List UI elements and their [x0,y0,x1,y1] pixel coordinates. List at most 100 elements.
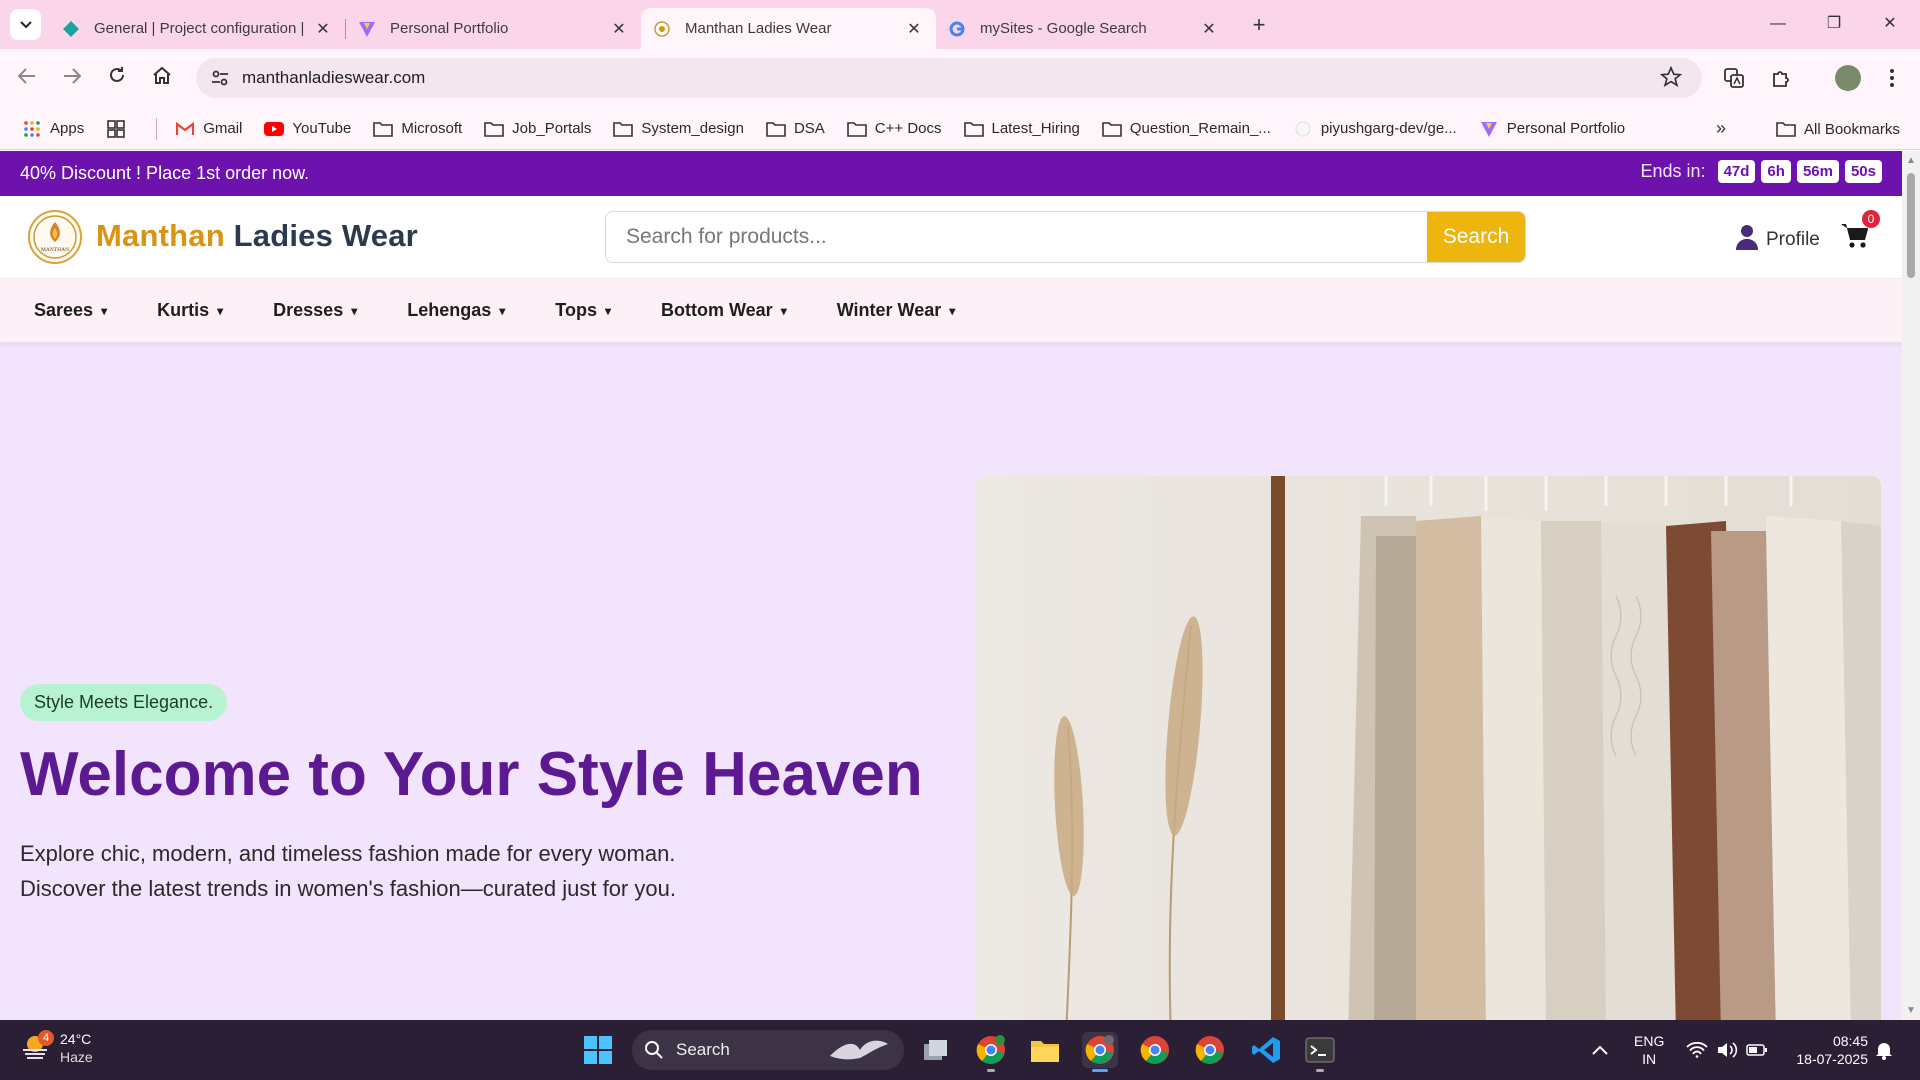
weather-widget[interactable]: 4 24°C Haze [20,1029,93,1066]
category-winter-wear[interactable]: Winter Wear ▾ [837,300,956,321]
folder-icon [846,120,867,138]
tab-google-search[interactable]: mySites - Google Search ✕ [936,8,1231,49]
cart-button[interactable]: 0 [1840,210,1880,255]
tab-search-button[interactable] [10,9,41,40]
close-window-button[interactable]: ✕ [1862,8,1918,40]
category-sarees[interactable]: Sarees ▾ [34,300,107,321]
bookmark-dsa[interactable]: DSA [766,120,825,138]
profile-link[interactable]: Profile [1736,224,1820,256]
close-icon[interactable]: ✕ [609,19,629,39]
restore-button[interactable]: ❐ [1806,8,1862,40]
category-kurtis[interactable]: Kurtis ▾ [157,300,223,321]
category-tops[interactable]: Tops ▾ [555,300,611,321]
site-header: MANTHAN Manthan Ladies Wear Search Profi… [0,196,1902,279]
more-bookmarks-chevron-icon[interactable]: » [1716,118,1726,139]
taskbar-file-explorer[interactable] [1027,1032,1063,1068]
bookmark-gmail[interactable]: Gmail [175,120,242,138]
scrollbar-thumb[interactable] [1907,173,1915,278]
bookmark-question-remain[interactable]: Question_Remain_... [1102,120,1271,138]
bookmark-label: System_design [641,120,744,137]
hero-tagline-badge: Style Meets Elegance. [20,684,228,721]
chevron-down-icon: ▾ [780,303,787,318]
weather-text: 24°C Haze [60,1030,93,1066]
bookmark-cpp-docs[interactable]: C++ Docs [846,120,942,138]
chevron-down-icon: ▾ [217,303,224,318]
bookmark-system-design[interactable]: System_design [613,120,744,138]
volume-icon[interactable] [1716,1020,1738,1080]
wifi-icon[interactable] [1686,1020,1708,1080]
battery-icon[interactable] [1746,1020,1768,1080]
tab-general[interactable]: General | Project configuration | ✕ [50,8,345,49]
close-icon[interactable]: ✕ [904,19,924,39]
language-indicator[interactable]: ENG IN [1634,1020,1664,1080]
folder-icon [766,120,786,138]
scroll-up-icon[interactable]: ▲ [1906,155,1916,166]
bookmark-star-icon[interactable] [1659,65,1683,93]
chrome-icon [1140,1036,1169,1064]
notification-bell-icon[interactable] [1874,1020,1894,1080]
close-icon[interactable]: ✕ [1199,19,1219,39]
tab-personal-portfolio[interactable]: Personal Portfolio ✕ [346,8,641,49]
page-scrollbar[interactable]: ▲ ▼ [1902,151,1920,1020]
chrome-icon [1085,1035,1114,1064]
url-text: manthanladieswear.com [242,68,426,87]
taskbar-terminal[interactable] [1302,1032,1338,1072]
search-input[interactable] [606,212,1427,262]
brand-name[interactable]: Manthan Ladies Wear [96,218,418,254]
site-info-icon[interactable] [202,60,238,96]
taskbar-chrome-3[interactable] [1192,1032,1228,1068]
task-view-button[interactable] [918,1032,954,1068]
bookmark-latest-hiring[interactable]: Latest_Hiring [963,120,1080,138]
bookmark-tab-groups[interactable] [106,119,134,138]
translate-icon[interactable] [1720,64,1748,92]
forward-button[interactable] [57,63,87,93]
taskbar-chrome-2[interactable] [1137,1032,1173,1068]
diamond-favicon-icon [62,20,80,38]
category-lehengas[interactable]: Lehengas ▾ [407,300,505,321]
close-icon[interactable]: ✕ [313,19,333,39]
svg-text:MANTHAN: MANTHAN [41,247,69,253]
product-search: Search [605,211,1526,263]
browser-toolbar: manthanladieswear.com [0,49,1920,108]
taskbar-vscode[interactable] [1248,1032,1284,1068]
extensions-puzzle-icon[interactable] [1768,64,1796,92]
bookmark-apps[interactable]: Apps [22,120,84,138]
home-button[interactable] [147,63,177,93]
start-button[interactable] [584,1036,612,1069]
hero-subtext-line: Explore chic, modern, and timeless fashi… [20,841,676,866]
brand-logo[interactable]: MANTHAN [28,210,82,264]
browser-menu-icon[interactable] [1878,64,1906,92]
bookmark-github[interactable]: piyushgarg-dev/ge... [1293,120,1457,138]
taskbar-chrome-active[interactable] [1082,1032,1118,1072]
bookmark-label: DSA [793,120,825,137]
brand-name-first: Manthan [96,218,225,253]
profile-avatar[interactable] [1834,64,1862,92]
gmail-icon [175,120,195,138]
search-button[interactable]: Search [1427,212,1525,262]
taskbar-chrome-profile-g[interactable] [973,1032,1009,1072]
category-label: Sarees [34,300,94,320]
all-bookmarks-button[interactable]: All Bookmarks [1776,108,1900,150]
tray-overflow-chevron-icon[interactable] [1592,1020,1608,1080]
category-dresses[interactable]: Dresses ▾ [273,300,357,321]
category-bottom-wear[interactable]: Bottom Wear ▾ [661,300,787,321]
temperature: 24°C [60,1031,92,1047]
bookmark-label: Microsoft [401,120,463,137]
minimize-button[interactable]: — [1750,8,1806,40]
back-button[interactable] [12,63,42,93]
bookmark-microsoft[interactable]: Microsoft [373,120,462,138]
bookmark-label: Personal Portfolio [1506,120,1626,137]
bookmark-label: piyushgarg-dev/ge... [1320,120,1457,137]
tab-manthan-ladies-wear[interactable]: Manthan Ladies Wear ✕ [641,8,936,49]
new-tab-button[interactable]: + [1245,12,1273,40]
system-clock[interactable]: 08:45 18-07-2025 [1780,1032,1868,1068]
taskbar-search[interactable]: Search [632,1030,904,1070]
reload-button[interactable] [102,63,132,93]
bookmark-job-portals[interactable]: Job_Portals [484,120,591,138]
vite-icon [1479,120,1499,138]
chevron-down-icon: ▾ [351,303,358,318]
address-bar[interactable]: manthanladieswear.com [196,58,1702,98]
bookmark-youtube[interactable]: YouTube [264,120,351,138]
scroll-down-icon[interactable]: ▼ [1906,1005,1916,1016]
bookmark-personal-portfolio[interactable]: Personal Portfolio [1479,120,1625,138]
